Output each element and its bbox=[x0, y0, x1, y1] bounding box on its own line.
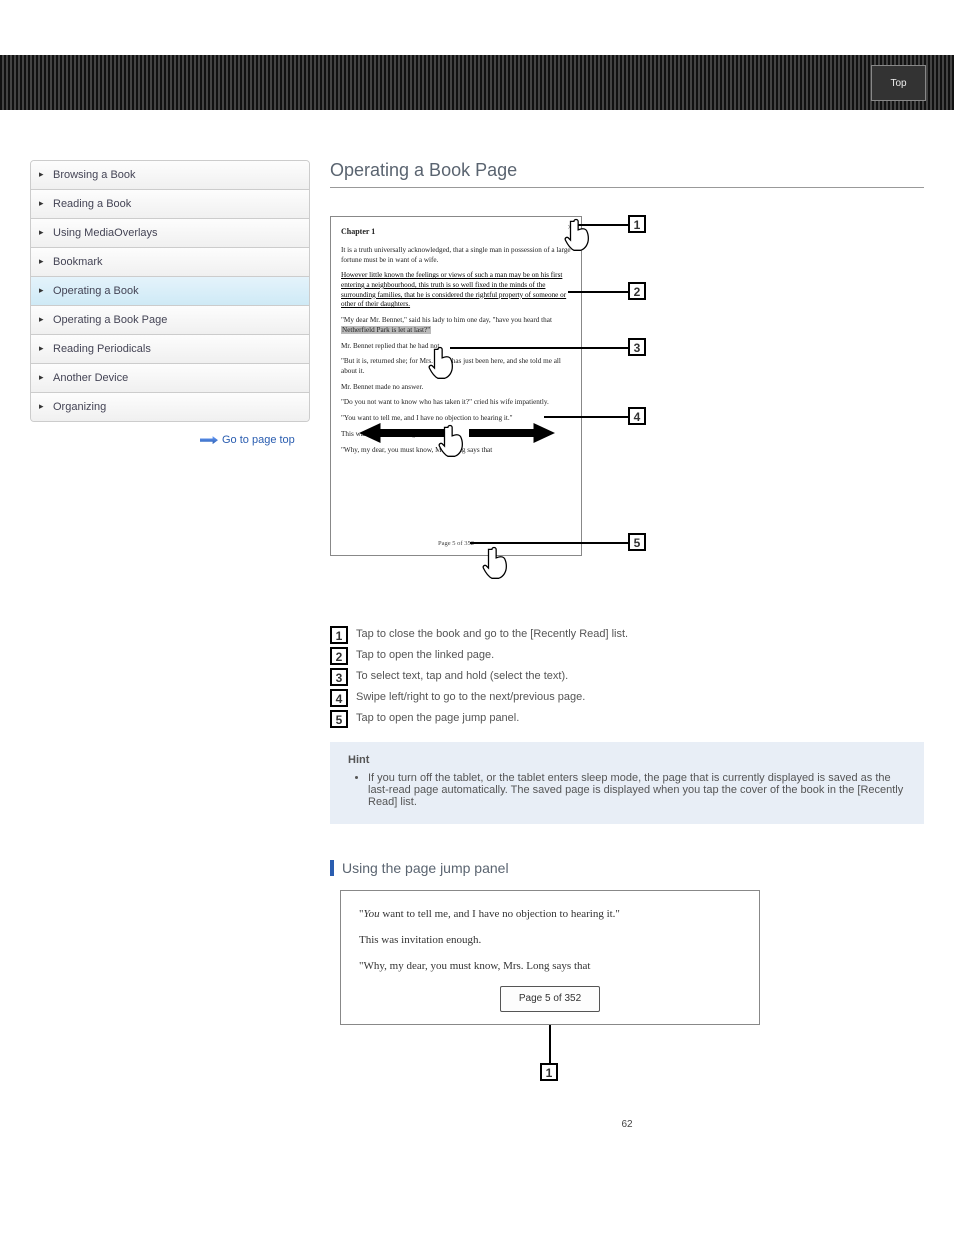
sidebar: Browsing a Book Reading a Book Using Med… bbox=[30, 160, 310, 1150]
legend-row: 5 Tap to open the page jump panel. bbox=[330, 710, 924, 728]
legend-row: 3 To select text, tap and hold (select t… bbox=[330, 668, 924, 686]
go-link-label: Go to page top bbox=[222, 434, 295, 446]
sample-para-link[interactable]: However little known the feelings or vie… bbox=[341, 271, 571, 310]
sidebar-item-label: Operating a Book bbox=[53, 285, 139, 297]
legend-num: 1 bbox=[330, 626, 348, 644]
legend-text: To select text, tap and hold (select the… bbox=[356, 668, 568, 682]
nav-list: Browsing a Book Reading a Book Using Med… bbox=[30, 160, 310, 422]
legend-text: Tap to close the book and go to the [Rec… bbox=[356, 626, 628, 640]
reader-frame: × Chapter 1 It is a truth universally ac… bbox=[330, 216, 582, 556]
sidebar-item-bookmark[interactable]: Bookmark bbox=[31, 248, 309, 277]
reader-illustration: × Chapter 1 It is a truth universally ac… bbox=[330, 216, 650, 596]
hint-item: If you turn off the tablet, or the table… bbox=[368, 772, 906, 808]
sidebar-item-label: Organizing bbox=[53, 401, 106, 413]
page-jump-callout: 1 bbox=[340, 1025, 760, 1085]
legend-num: 4 bbox=[330, 689, 348, 707]
sample-para: "Do you not want to know who has taken i… bbox=[341, 398, 571, 408]
callout-1: 1 bbox=[540, 1063, 558, 1081]
sidebar-item-another-device[interactable]: Another Device bbox=[31, 364, 309, 393]
sidebar-item-label: Operating a Book Page bbox=[53, 314, 167, 326]
callout-3: 3 bbox=[628, 338, 646, 356]
callout-5: 5 bbox=[628, 533, 646, 551]
sample-para: "But it is, returned she; for Mrs. Long … bbox=[341, 357, 571, 376]
top-badge[interactable]: Top bbox=[871, 65, 926, 101]
page-title: Operating a Book Page bbox=[330, 160, 924, 181]
legend-row: 1 Tap to close the book and go to the [R… bbox=[330, 626, 924, 644]
subsection-page-jump: Using the page jump panel "You want to t… bbox=[330, 860, 924, 1085]
callout-4: 4 bbox=[628, 407, 646, 425]
sidebar-item-label: Browsing a Book bbox=[53, 169, 136, 181]
legend-text: Tap to open the linked page. bbox=[356, 647, 494, 661]
selected-text[interactable]: Netherfield Park is let at last?" bbox=[341, 326, 431, 334]
sample-para: Mr. Bennet made no answer. bbox=[341, 383, 571, 393]
sample-para: It is a truth universally acknowledged, … bbox=[341, 246, 571, 265]
callout-2: 2 bbox=[628, 282, 646, 300]
sidebar-item-reading[interactable]: Reading a Book bbox=[31, 190, 309, 219]
legend-num: 5 bbox=[330, 710, 348, 728]
header-band: Top bbox=[0, 55, 954, 110]
callout-legend: 1 Tap to close the book and go to the [R… bbox=[330, 626, 924, 728]
swipe-arrows-icon bbox=[359, 423, 555, 453]
sidebar-item-mediaoverlays[interactable]: Using MediaOverlays bbox=[31, 219, 309, 248]
go-to-top-link[interactable]: Go to page top bbox=[200, 434, 310, 446]
sidebar-item-operating-page[interactable]: Operating a Book Page bbox=[31, 306, 309, 335]
subsection-heading: Using the page jump panel bbox=[330, 860, 924, 876]
chapter-title: Chapter 1 bbox=[341, 227, 571, 238]
page-jump-frame: "You want to tell me, and I have no obje… bbox=[340, 890, 760, 1025]
footer-page-number: 62 bbox=[330, 1119, 924, 1150]
sidebar-item-operating-book[interactable]: Operating a Book bbox=[31, 277, 309, 306]
page-jump-button[interactable]: Page 5 of 352 bbox=[500, 986, 600, 1012]
title-rule bbox=[330, 187, 924, 188]
legend-num: 3 bbox=[330, 668, 348, 686]
sidebar-item-label: Reading a Book bbox=[53, 198, 131, 210]
callout-1: 1 bbox=[628, 215, 646, 233]
hint-box: Hint If you turn off the tablet, or the … bbox=[330, 742, 924, 824]
legend-num: 2 bbox=[330, 647, 348, 665]
legend-row: 2 Tap to open the linked page. bbox=[330, 647, 924, 665]
sidebar-item-periodicals[interactable]: Reading Periodicals bbox=[31, 335, 309, 364]
main-content: Operating a Book Page × Chapter 1 It is … bbox=[310, 160, 954, 1150]
sample-para: "My dear Mr. Bennet," said his lady to h… bbox=[341, 316, 571, 335]
sidebar-item-label: Reading Periodicals bbox=[53, 343, 151, 355]
sidebar-item-label: Bookmark bbox=[53, 256, 103, 268]
sidebar-item-browsing[interactable]: Browsing a Book bbox=[31, 161, 309, 190]
arrow-right-icon bbox=[200, 436, 218, 444]
sample-para: "You want to tell me, and I have no obje… bbox=[359, 905, 741, 925]
legend-text: Swipe left/right to go to the next/previ… bbox=[356, 689, 585, 703]
hint-title: Hint bbox=[348, 754, 906, 766]
legend-text: Tap to open the page jump panel. bbox=[356, 710, 519, 724]
close-icon[interactable]: × bbox=[565, 221, 575, 231]
sample-para: This was invitation enough. bbox=[359, 931, 741, 951]
legend-row: 4 Swipe left/right to go to the next/pre… bbox=[330, 689, 924, 707]
sample-para: "Why, my dear, you must know, Mrs. Long … bbox=[359, 957, 741, 977]
sidebar-item-label: Using MediaOverlays bbox=[53, 227, 158, 239]
sidebar-item-label: Another Device bbox=[53, 372, 128, 384]
sidebar-item-organizing[interactable]: Organizing bbox=[31, 393, 309, 421]
